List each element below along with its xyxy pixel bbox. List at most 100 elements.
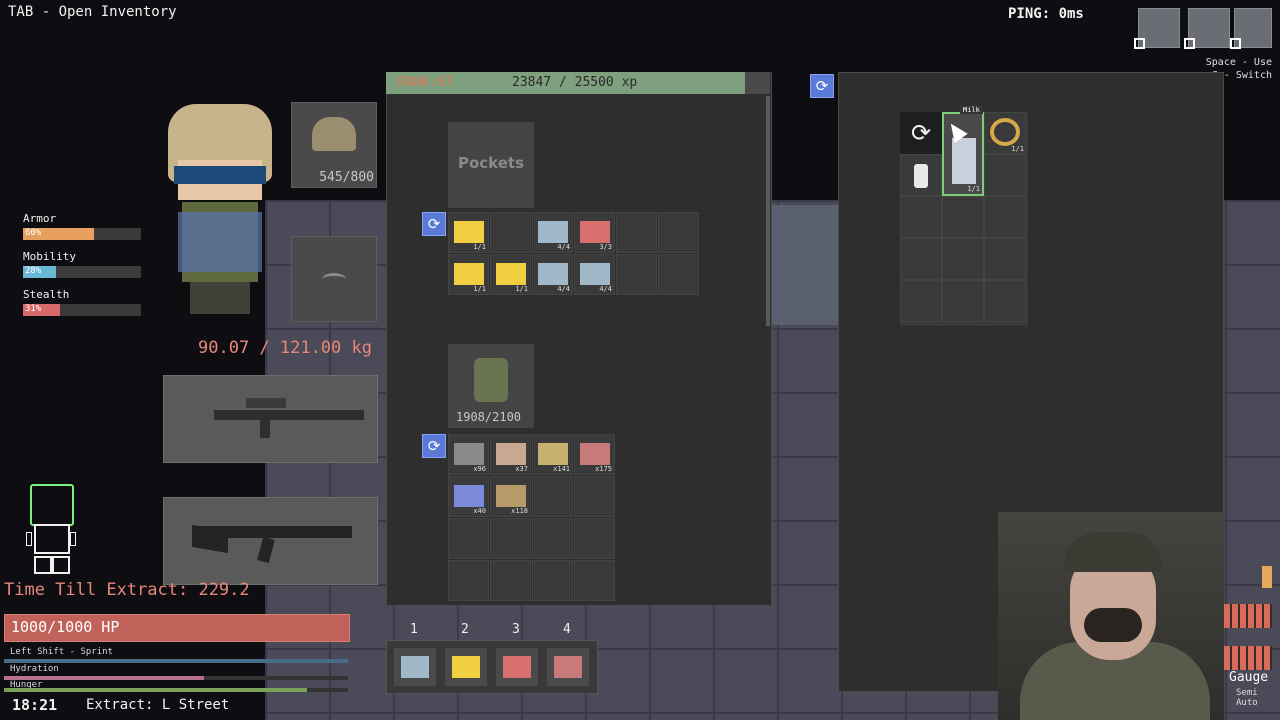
legs-sprite	[190, 282, 250, 314]
hotbar-number: 2	[461, 622, 469, 637]
vest-empty-slot[interactable]	[532, 476, 573, 517]
item-tooltip: Milk	[960, 106, 983, 114]
rifle-grip-icon	[260, 420, 270, 438]
refresh-icon[interactable]: ⟳	[900, 112, 942, 154]
pockets-empty-slot[interactable]	[658, 212, 699, 253]
bottle-icon[interactable]	[914, 164, 928, 188]
vest-icon	[474, 358, 508, 402]
vest-empty-slot[interactable]	[574, 518, 615, 559]
shell-stack-icon	[1224, 604, 1272, 628]
mobility-label: Mobility	[23, 250, 76, 263]
mobility-value: 28%	[25, 266, 42, 276]
hotbar-slot-3[interactable]	[496, 648, 538, 686]
right-arm-health-icon	[70, 532, 76, 546]
loot-slot[interactable]	[984, 196, 1026, 238]
pockets-item-icon	[496, 263, 526, 285]
vest-durability: 1908/2100	[456, 410, 522, 424]
vest-item-slot[interactable]: x118	[490, 476, 531, 517]
primary-weapon-slot[interactable]	[163, 375, 378, 463]
hunger-meter	[4, 688, 348, 692]
vest-item-slot[interactable]: x96	[448, 434, 489, 475]
armor-label: Armor	[23, 212, 57, 225]
vest-item-qty: x141	[553, 465, 570, 473]
loot-slot[interactable]	[984, 280, 1026, 322]
vest-item-icon	[496, 485, 526, 507]
vest-empty-slot[interactable]	[448, 518, 489, 559]
streamer-beard	[1084, 608, 1142, 642]
loot-slot[interactable]	[900, 196, 942, 238]
vest-empty-slot[interactable]	[532, 518, 573, 559]
loot-slot[interactable]	[900, 238, 942, 280]
vest-item-slot[interactable]: x175	[574, 434, 615, 475]
torso-health-icon	[34, 524, 70, 554]
pretzel-icon	[990, 118, 1020, 146]
pockets-item-slot[interactable]: 4/4	[532, 254, 573, 295]
mobility-bar: 28%	[23, 266, 141, 278]
pockets-item-slot[interactable]: 4/4	[532, 212, 573, 253]
loot-slot[interactable]	[942, 280, 984, 322]
fire-mode: Semi Auto	[1236, 688, 1258, 708]
hotbar-number: 4	[563, 622, 571, 637]
pockets-item-icon	[538, 221, 568, 243]
arms-sprite	[178, 212, 262, 272]
pockets-item-slot[interactable]: 3/3	[574, 212, 615, 253]
slot-marker	[1184, 38, 1195, 49]
vest-item-icon	[580, 443, 610, 465]
inventory-scrollbar[interactable]	[766, 96, 770, 326]
pockets-item-slot[interactable]: 1/1	[448, 254, 489, 295]
helmet-slot[interactable]: 545/800	[291, 102, 377, 188]
loot-slot[interactable]	[942, 238, 984, 280]
secondary-weapon-slot[interactable]	[163, 497, 378, 585]
pockets-empty-slot[interactable]	[658, 254, 699, 295]
hotbar-number: 1	[410, 622, 418, 637]
vest-item-qty: x175	[595, 465, 612, 473]
vest-rotate-button[interactable]: ⟳	[422, 434, 446, 458]
hotbar-item-icon	[452, 656, 480, 678]
loot-rotate-button[interactable]: ⟳	[810, 74, 834, 98]
webcam-overlay	[998, 512, 1224, 720]
head-health-icon	[30, 484, 74, 526]
pockets-item-icon	[580, 221, 610, 243]
vest-empty-slot[interactable]	[490, 518, 531, 559]
pockets-item-qty: 4/4	[557, 285, 570, 293]
pockets-empty-slot[interactable]	[616, 212, 657, 253]
loot-slot[interactable]	[900, 280, 942, 322]
right-leg-health-icon	[52, 556, 70, 574]
use-hint: Space - Use	[1205, 57, 1272, 68]
game-clock: 18:21	[12, 696, 58, 714]
xp-bar: RANK:07 23847 / 25500 xp	[386, 72, 770, 94]
hotbar-slot-4[interactable]	[547, 648, 589, 686]
vest-item-qty: x37	[515, 465, 528, 473]
loot-slot[interactable]	[984, 154, 1026, 196]
vest-empty-slot[interactable]	[574, 476, 615, 517]
pockets-item-qty: 1/1	[515, 285, 528, 293]
vest-item-slot[interactable]: x141	[532, 434, 573, 475]
pockets-empty-slot[interactable]	[616, 254, 657, 295]
hotbar-item-icon	[503, 656, 531, 678]
hydration-meter	[4, 676, 348, 680]
goggles-sprite	[174, 166, 266, 184]
hydration-label: Hydration	[10, 664, 59, 674]
vest-item-slot[interactable]: x40	[448, 476, 489, 517]
face-slot[interactable]	[291, 236, 377, 322]
vest-empty-slot[interactable]	[532, 560, 573, 601]
loot-slot[interactable]	[942, 196, 984, 238]
stealth-label: Stealth	[23, 288, 70, 301]
pockets-empty-slot[interactable]	[490, 212, 531, 253]
vest-empty-slot[interactable]	[574, 560, 615, 601]
pockets-item-qty: 4/4	[599, 285, 612, 293]
vest-item-slot[interactable]: x37	[490, 434, 531, 475]
pockets-rotate-button[interactable]: ⟳	[422, 212, 446, 236]
pockets-item-qty: 3/3	[599, 243, 612, 251]
pockets-item-slot[interactable]: 4/4	[574, 254, 615, 295]
pockets-item-slot[interactable]: 1/1	[448, 212, 489, 253]
loot-slot[interactable]	[984, 238, 1026, 280]
vest-empty-slot[interactable]	[490, 560, 531, 601]
pockets-item-slot[interactable]: 1/1	[490, 254, 531, 295]
sprint-meter	[4, 659, 348, 663]
hotbar-slot-2[interactable]	[445, 648, 487, 686]
world-wall	[770, 205, 840, 325]
hotbar-slot-1[interactable]	[394, 648, 436, 686]
vest-empty-slot[interactable]	[448, 560, 489, 601]
helmet-durability: 545/800	[319, 170, 374, 185]
